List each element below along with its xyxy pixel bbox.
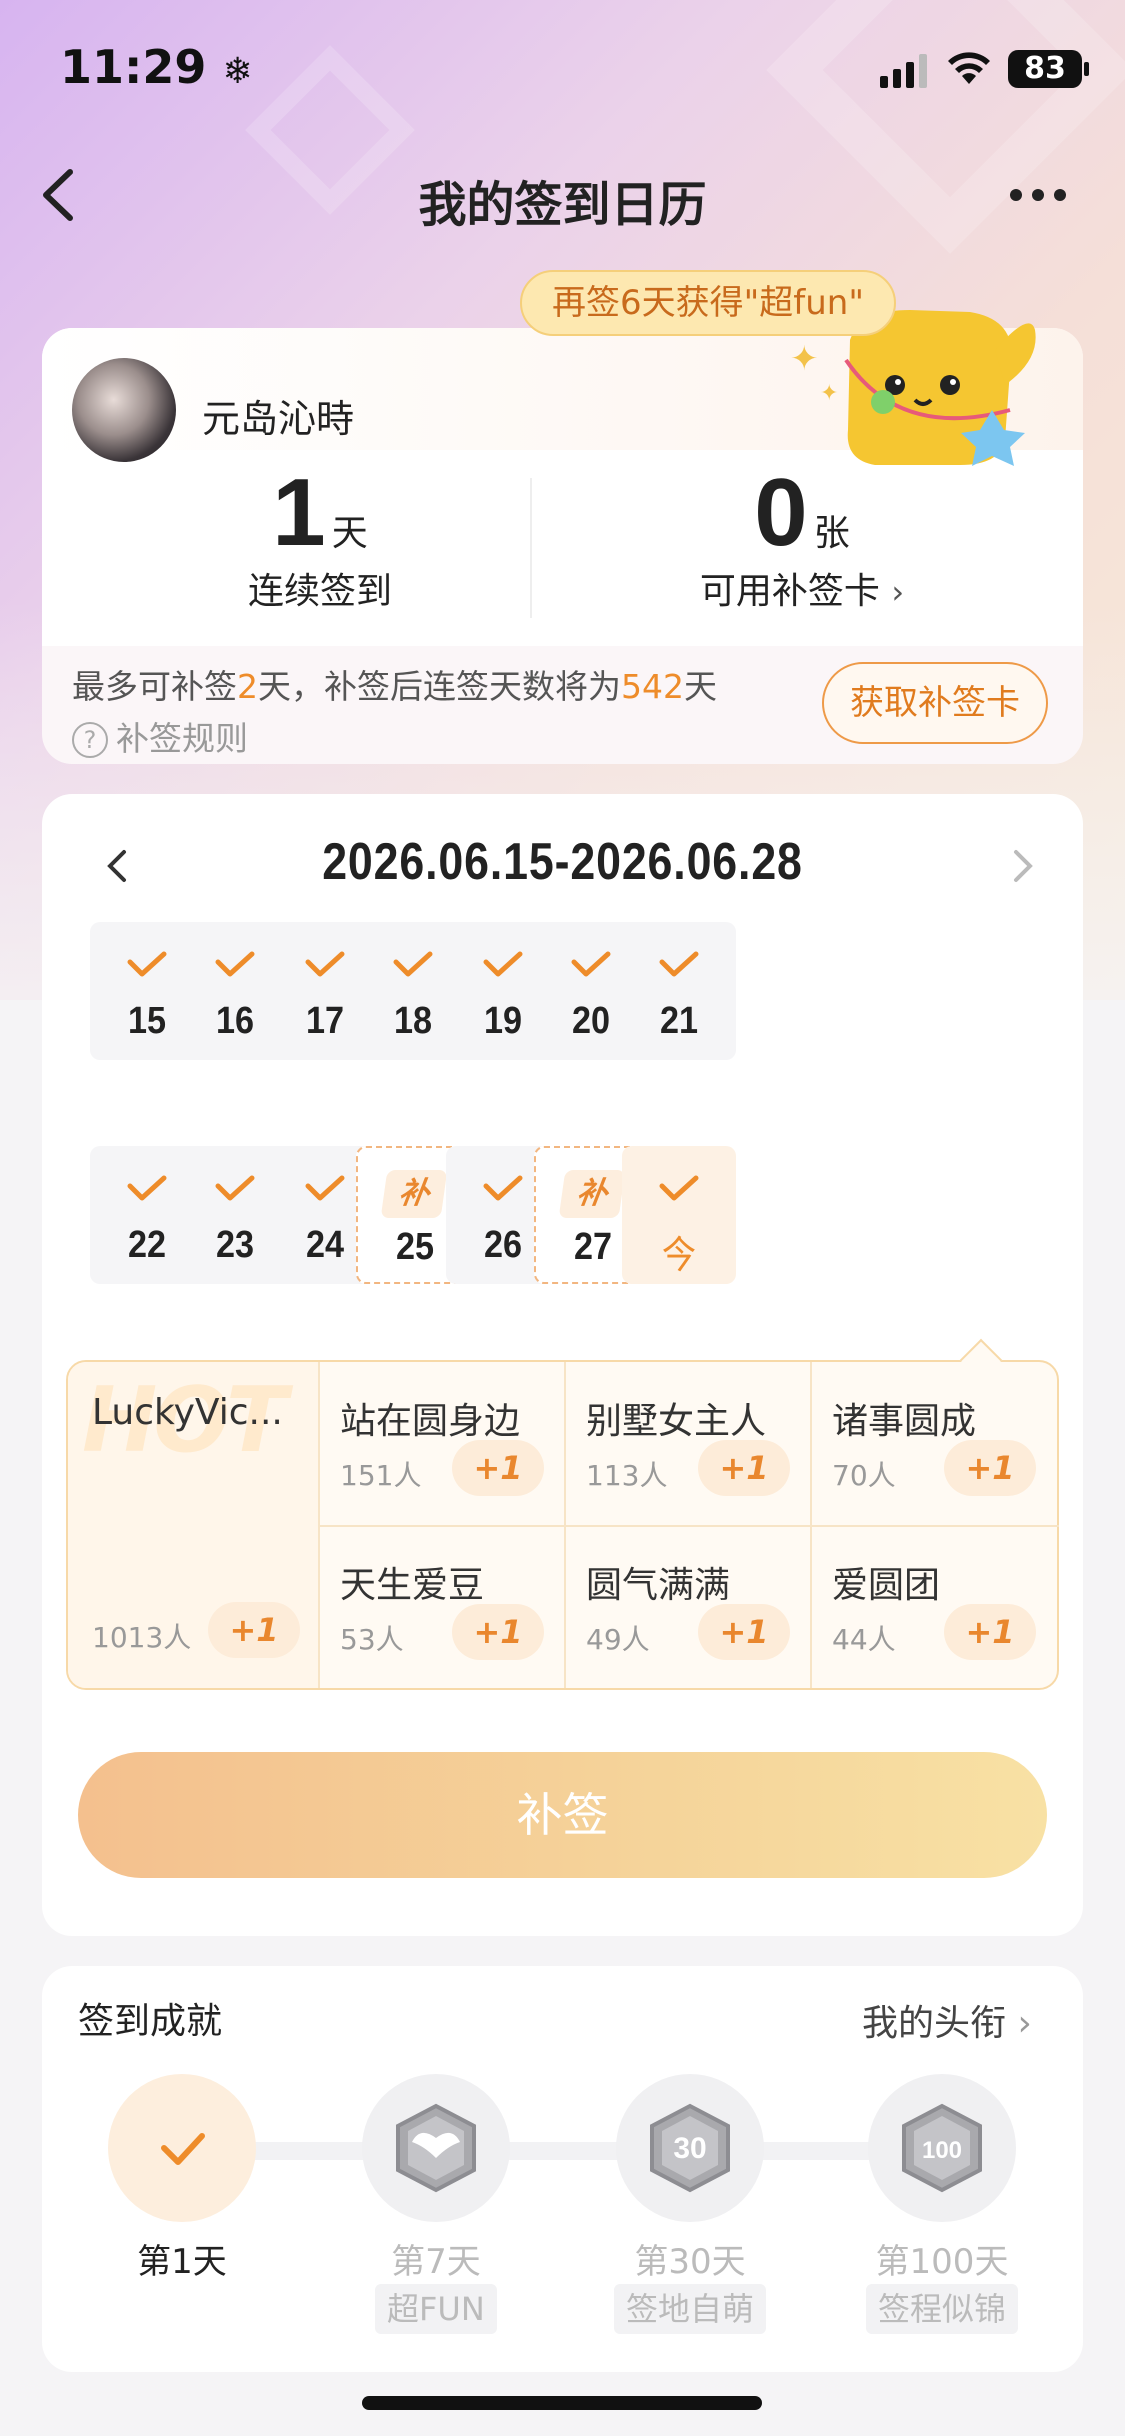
title-plus-button[interactable]: +1 bbox=[944, 1604, 1036, 1660]
my-titles-link[interactable]: 我的头衔 › bbox=[862, 1994, 1032, 2046]
100-days-badge-icon: 100 bbox=[902, 2103, 982, 2193]
home-indicator bbox=[362, 2396, 762, 2410]
day-number: 21 bbox=[659, 1000, 699, 1042]
makeup-card-stat[interactable]: 0张 可用补签卡 › bbox=[592, 458, 1012, 614]
check-icon bbox=[215, 951, 255, 977]
makeup-tag: 补 bbox=[558, 1170, 626, 1218]
help-icon: ? bbox=[72, 722, 108, 758]
title-name: 站在圆身边 bbox=[340, 1401, 521, 1442]
card-count-value: 0 bbox=[754, 459, 808, 566]
battery-nub bbox=[1084, 62, 1089, 76]
get-makeup-card-button[interactable]: 获取补签卡 bbox=[822, 662, 1048, 744]
title-name: 圆气满满 bbox=[586, 1565, 731, 1606]
wifi-icon bbox=[948, 52, 990, 84]
calendar-next-icon[interactable] bbox=[1002, 846, 1042, 886]
title-count: 49人 bbox=[586, 1623, 650, 1656]
card-count-label: 可用补签卡 › bbox=[699, 571, 905, 612]
30-days-badge-icon: 30 bbox=[650, 2103, 730, 2193]
title-name: 天生爱豆 bbox=[340, 1565, 485, 1606]
check-icon bbox=[659, 1175, 699, 1201]
title-count: 1013人 bbox=[92, 1621, 192, 1654]
title-plus-button[interactable]: +1 bbox=[698, 1440, 790, 1496]
badge-number: 30 bbox=[673, 2132, 706, 2165]
title-name: 诸事圆成 bbox=[832, 1401, 977, 1442]
page-title: 我的签到日历 bbox=[418, 177, 707, 233]
makeup-sign-button[interactable]: 补签 bbox=[78, 1752, 1047, 1878]
calendar-card: 2026.06.15-2026.06.28 15 16 17 18 19 20 21 22 23… bbox=[42, 794, 1083, 1936]
title-name: LuckyVic... bbox=[92, 1392, 283, 1433]
calendar-date-range: 2026.06.15-2026.06.28 bbox=[322, 833, 803, 891]
grid-divider bbox=[318, 1525, 1059, 1527]
title-plus-button[interactable]: +1 bbox=[208, 1602, 300, 1658]
card-count-unit: 张 bbox=[813, 513, 850, 554]
milestone-label: 第1天 bbox=[137, 2242, 227, 2282]
milestone-label: 第100天 bbox=[875, 2242, 1009, 2282]
check-icon bbox=[215, 1175, 255, 1201]
streak-value: 1 bbox=[272, 459, 326, 566]
svg-text:✦: ✦ bbox=[790, 339, 819, 379]
title-name: 爱圆团 bbox=[832, 1565, 941, 1606]
check-icon bbox=[127, 951, 167, 977]
makeup-info-text: 最多可补签2天，补签后连签天数将为542天 bbox=[72, 667, 717, 706]
title-name: 别墅女主人 bbox=[586, 1401, 767, 1442]
snowflake-icon: ❄ bbox=[222, 51, 253, 92]
battery-indicator: 83 bbox=[1008, 50, 1082, 88]
title-count: 53人 bbox=[340, 1623, 404, 1656]
title-plus-button[interactable]: +1 bbox=[452, 1604, 544, 1660]
svg-text:✦: ✦ bbox=[820, 381, 838, 406]
signal-icon bbox=[880, 54, 927, 88]
title-plus-button[interactable]: +1 bbox=[452, 1440, 544, 1496]
check-icon bbox=[571, 951, 611, 977]
check-icon bbox=[127, 1175, 167, 1201]
status-bar: 11:29 ❄ 83 bbox=[0, 0, 1125, 140]
calendar-day-today[interactable]: 今 bbox=[622, 1146, 736, 1284]
check-icon bbox=[305, 951, 345, 977]
check-icon bbox=[393, 951, 433, 977]
achievements-card: 签到成就 我的头衔 › 第1天 第7天 超FUN 30 第30天 签地自萌 100 第100天… bbox=[42, 1966, 1083, 2372]
check-icon bbox=[659, 951, 699, 977]
day-number: 今 bbox=[661, 1235, 697, 1277]
milestone-title-tag: 超FUN bbox=[375, 2284, 497, 2334]
calendar-day[interactable]: 21 bbox=[622, 922, 736, 1060]
status-time: 11:29 ❄ bbox=[60, 40, 253, 94]
username: 元岛沁時 bbox=[202, 397, 355, 441]
title-count: 70人 bbox=[832, 1459, 896, 1492]
panel-pointer bbox=[959, 1338, 1003, 1382]
milestone-label: 第7天 bbox=[391, 2242, 481, 2282]
chevron-right-icon: › bbox=[1017, 2003, 1032, 2044]
milestone-title-tag: 签程似锦 bbox=[866, 2284, 1019, 2334]
makeup-tag: 补 bbox=[380, 1170, 448, 1218]
achievement-progress-track bbox=[152, 2142, 952, 2160]
title-count: 151人 bbox=[340, 1459, 422, 1492]
more-icon[interactable] bbox=[1010, 175, 1090, 215]
title-plus-button[interactable]: +1 bbox=[698, 1604, 790, 1660]
milestone-label: 第30天 bbox=[634, 2242, 746, 2282]
milestone-badge[interactable] bbox=[108, 2074, 256, 2222]
check-icon bbox=[161, 2133, 205, 2165]
achievements-title: 签到成就 bbox=[78, 2001, 223, 2042]
check-icon bbox=[483, 1175, 523, 1201]
promo-bubble: 再签6天获得"超fun" bbox=[520, 270, 896, 336]
avatar[interactable] bbox=[72, 358, 176, 462]
titles-vote-panel: HOT LuckyVic... 1013人 +1 站在圆身边 151人 +1 别墅女主… bbox=[66, 1338, 1059, 1690]
title-count: 44人 bbox=[832, 1623, 896, 1656]
wings-badge-icon bbox=[396, 2103, 476, 2193]
chevron-right-icon: › bbox=[891, 573, 905, 611]
milestone-title-tag: 签地自萌 bbox=[614, 2284, 767, 2334]
check-icon bbox=[483, 951, 523, 977]
title-count: 113人 bbox=[586, 1459, 668, 1492]
check-icon bbox=[305, 1175, 345, 1201]
milestone-badge[interactable]: 100 bbox=[868, 2074, 1016, 2222]
badge-number: 100 bbox=[922, 2137, 962, 2164]
milestone-badge[interactable] bbox=[362, 2074, 510, 2222]
milestone-badge[interactable]: 30 bbox=[616, 2074, 764, 2222]
title-plus-button[interactable]: +1 bbox=[944, 1440, 1036, 1496]
streak-label: 连续签到 bbox=[247, 571, 392, 612]
streak-stat: 1天 连续签到 bbox=[110, 458, 530, 614]
stat-divider bbox=[530, 478, 532, 618]
streak-unit: 天 bbox=[331, 513, 368, 554]
makeup-rule-link[interactable]: ? 补签规则 bbox=[72, 712, 248, 760]
